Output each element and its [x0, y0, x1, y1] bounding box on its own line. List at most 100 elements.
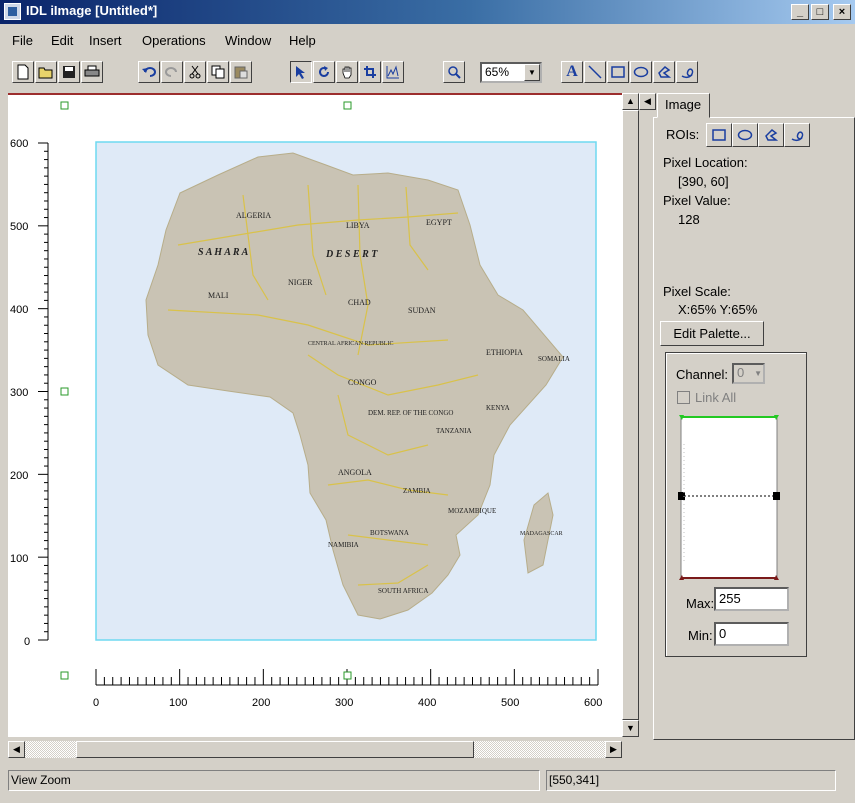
map-label: EGYPT — [426, 218, 452, 227]
undo-icon[interactable] — [138, 61, 160, 83]
histogram-stretch-control[interactable] — [677, 414, 781, 582]
stretch-handle-right[interactable] — [773, 492, 780, 500]
chevron-down-icon: ▼ — [754, 369, 762, 378]
line-tool-icon[interactable] — [584, 61, 606, 83]
selection-handle[interactable] — [60, 671, 69, 680]
menu-file[interactable]: File — [12, 33, 33, 48]
pixel-value-value: 128 — [678, 212, 700, 227]
roi-oval-icon[interactable] — [732, 123, 758, 147]
pixel-scale-value: X:65% Y:65% — [678, 302, 758, 317]
rectangle-tool-icon[interactable] — [607, 61, 629, 83]
scroll-right-icon[interactable]: ▶ — [605, 741, 622, 758]
map-label: ETHIOPIA — [486, 348, 523, 357]
x-tick-label: 0 — [93, 697, 99, 709]
selection-handle[interactable] — [60, 387, 69, 396]
channel-label: Channel: — [676, 367, 729, 382]
menu-insert[interactable]: Insert — [89, 33, 122, 48]
edit-palette-button[interactable]: Edit Palette... — [660, 321, 764, 346]
close-button[interactable]: × — [833, 4, 851, 20]
selection-handle[interactable] — [343, 671, 352, 680]
map-label: NAMIBIA — [328, 541, 359, 549]
menu-help[interactable]: Help — [289, 33, 316, 48]
horizontal-scroll-thumb[interactable] — [76, 741, 474, 758]
min-field[interactable]: 0 — [714, 622, 789, 646]
select-arrow-icon[interactable] — [290, 61, 312, 83]
app-icon[interactable] — [4, 3, 21, 20]
y-tick-label: 0 — [24, 636, 30, 648]
y-tick-label: 600 — [10, 138, 28, 150]
line-profile-icon[interactable] — [382, 61, 404, 83]
maximize-button[interactable]: □ — [811, 4, 829, 20]
redo-icon[interactable] — [161, 61, 183, 83]
selection-handle[interactable] — [60, 101, 69, 110]
africa-map-image[interactable]: ALGERIA LIBYA EGYPT S A H A R A D E S E … — [95, 141, 597, 641]
roi-rectangle-icon[interactable] — [706, 123, 732, 147]
text-tool-button[interactable]: A — [561, 61, 583, 83]
open-folder-icon[interactable] — [35, 61, 57, 83]
y-tick-label: 400 — [10, 304, 28, 316]
y-tick-label: 100 — [10, 553, 28, 565]
map-label: SOMALIA — [538, 355, 570, 363]
scroll-up-icon[interactable]: ▲ — [622, 93, 639, 110]
pixel-location-value: [390, 60] — [678, 174, 729, 189]
channel-select[interactable]: 0 ▼ — [732, 363, 765, 384]
menu-operations[interactable]: Operations — [142, 33, 206, 48]
copy-icon[interactable] — [207, 61, 229, 83]
window-title: IDL iImage [Untitled*] — [26, 3, 158, 18]
tab-image[interactable]: Image — [657, 93, 710, 118]
zoom-magnifier-icon[interactable] — [443, 61, 465, 83]
x-tick-label: 600 — [584, 697, 602, 709]
toolbar: 65% ▼ A — [0, 61, 855, 87]
chevron-down-icon[interactable]: ▼ — [524, 64, 540, 81]
panel-collapse-icon[interactable]: ◀ — [639, 93, 656, 110]
roi-polygon-icon[interactable] — [758, 123, 784, 147]
polygon-tool-icon[interactable] — [653, 61, 675, 83]
pixel-scale-label: Pixel Scale: — [663, 284, 731, 299]
channel-value: 0 — [737, 365, 745, 380]
oval-tool-icon[interactable] — [630, 61, 652, 83]
pixel-location-label: Pixel Location: — [663, 155, 748, 170]
map-label: ZAMBIA — [403, 487, 431, 495]
max-field[interactable]: 255 — [714, 587, 789, 611]
new-file-icon[interactable] — [12, 61, 34, 83]
menu-window[interactable]: Window — [225, 33, 271, 48]
zoom-select[interactable]: 65% ▼ — [480, 62, 542, 83]
status-coordinates: [550,341] — [546, 770, 836, 791]
roi-freehand-icon[interactable] — [784, 123, 810, 147]
freehand-tool-icon[interactable] — [676, 61, 698, 83]
y-tick-label: 300 — [10, 387, 28, 399]
scroll-down-icon[interactable]: ▼ — [622, 720, 639, 737]
zoom-value: 65% — [485, 65, 510, 79]
map-label: SUDAN — [408, 306, 436, 315]
map-label: BOTSWANA — [370, 529, 409, 537]
x-tick-label: 400 — [418, 697, 436, 709]
vertical-scrollbar[interactable]: ▲ ▼ — [622, 93, 639, 737]
vertical-scroll-thumb[interactable] — [622, 110, 639, 720]
max-label: Max: — [686, 596, 715, 611]
map-label: D E S E R T — [325, 249, 378, 260]
horizontal-scrollbar[interactable]: ◀ ▶ — [8, 741, 622, 758]
cut-icon[interactable] — [184, 61, 206, 83]
map-label: MADAGASCAR — [520, 531, 563, 537]
crop-icon[interactable] — [359, 61, 381, 83]
x-tick-label: 300 — [335, 697, 353, 709]
minimize-button[interactable]: _ — [791, 4, 809, 20]
scroll-left-icon[interactable]: ◀ — [8, 741, 25, 758]
link-all-checkbox[interactable] — [677, 391, 690, 404]
rotate-icon[interactable] — [313, 61, 335, 83]
y-tick-label: 200 — [10, 470, 28, 482]
print-icon[interactable] — [81, 61, 103, 83]
map-label: MOZAMBIQUE — [448, 507, 496, 515]
map-label: ANGOLA — [338, 468, 372, 477]
y-tick-label: 500 — [10, 221, 28, 233]
save-icon[interactable] — [58, 61, 80, 83]
menu-edit[interactable]: Edit — [51, 33, 73, 48]
map-label: DEM. REP. OF THE CONGO — [368, 409, 453, 417]
map-label: TANZANIA — [436, 427, 472, 435]
map-label: ALGERIA — [236, 211, 271, 220]
paste-icon[interactable] — [230, 61, 252, 83]
status-message: View Zoom — [8, 770, 540, 791]
pan-hand-icon[interactable] — [336, 61, 358, 83]
map-label: NIGER — [288, 278, 313, 287]
selection-handle[interactable] — [343, 101, 352, 110]
